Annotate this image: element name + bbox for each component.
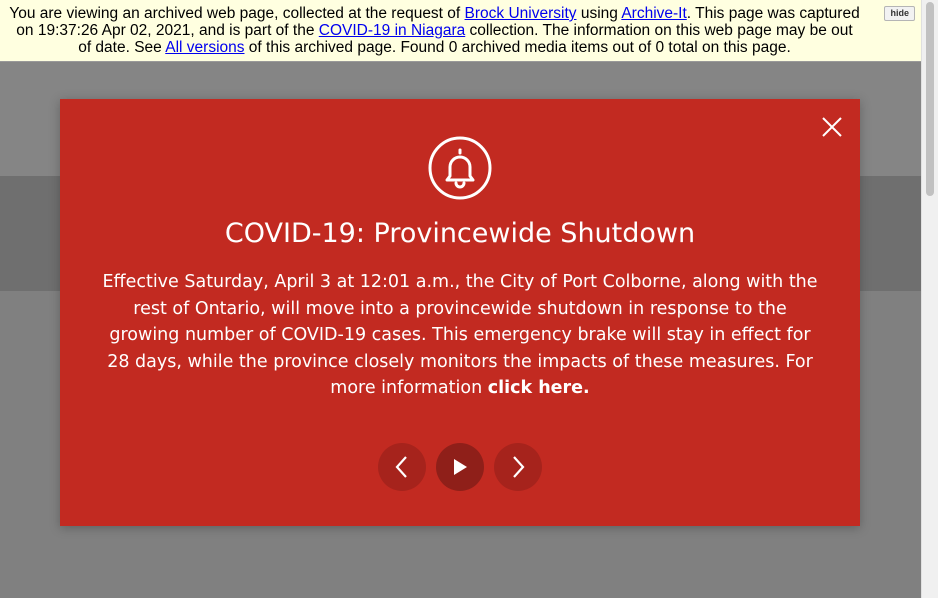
play-icon [454, 459, 467, 475]
next-slide-button[interactable] [494, 443, 542, 491]
page-scrollbar[interactable] [921, 0, 938, 598]
brock-university-link[interactable]: Brock University [465, 5, 577, 22]
play-slideshow-button[interactable] [436, 443, 484, 491]
archive-it-link[interactable]: Archive-It [621, 5, 686, 22]
collection-link[interactable]: COVID-19 in Niagara [319, 22, 465, 39]
previous-slide-button[interactable] [378, 443, 426, 491]
chevron-left-icon [395, 456, 407, 478]
banner-text-2: using [576, 5, 622, 22]
close-icon[interactable] [822, 117, 842, 137]
click-here-link[interactable]: click here. [488, 378, 590, 398]
all-versions-link[interactable]: All versions [165, 39, 244, 56]
slide-controls [378, 443, 542, 491]
modal-title: COVID-19: Provincewide Shutdown [224, 218, 696, 249]
banner-text-1: You are viewing an archived web page, co… [9, 5, 465, 22]
chevron-right-icon [513, 456, 525, 478]
hide-banner-button[interactable]: hide [884, 6, 915, 21]
scrollbar-thumb[interactable] [926, 2, 934, 196]
bell-icon [428, 136, 492, 200]
banner-text-5: of this archived page. Found 0 archived … [244, 39, 791, 56]
modal-body-text: Effective Saturday, April 3 at 12:01 a.m… [102, 272, 818, 398]
covid-alert-modal: COVID-19: Provincewide Shutdown Effectiv… [60, 99, 860, 526]
archive-banner: You are viewing an archived web page, co… [0, 0, 921, 62]
modal-message: Effective Saturday, April 3 at 12:01 a.m… [100, 269, 820, 402]
